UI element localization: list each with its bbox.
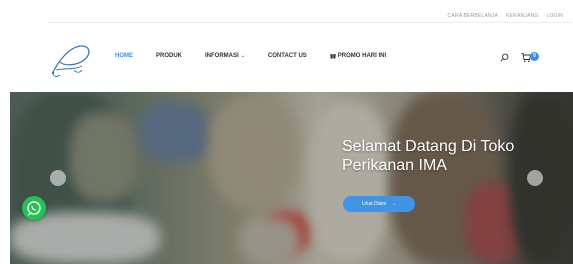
nav-informasi-label: INFORMASI	[205, 53, 239, 59]
nav-produk[interactable]: PRODUK	[156, 53, 182, 59]
nav-contact-us[interactable]: CONTACT US	[268, 53, 307, 59]
nav-contact-us-label: CONTACT US	[267, 53, 307, 59]
nav-promo-hari-ini[interactable]: PROMO HARI INI	[329, 53, 387, 59]
nav-promo-label: PROMO HARI INI	[337, 53, 387, 59]
hero-overlay	[10, 92, 573, 264]
whatsapp-icon	[27, 201, 41, 217]
nav-home-label: HOME	[115, 53, 133, 59]
divider	[47, 22, 572, 23]
logo[interactable]	[46, 40, 94, 80]
slider-next-button[interactable]	[527, 170, 543, 186]
whatsapp-button[interactable]	[22, 196, 46, 220]
header: HOME PRODUK INFORMASI ⌄ CONTACT US PROMO…	[0, 28, 573, 92]
top-link-keranjang[interactable]: KERANJANG	[506, 13, 538, 19]
cart-count-badge: 0	[530, 52, 539, 61]
hero-cta-label: Lihat Disini	[361, 201, 387, 207]
top-link-login[interactable]: LOGIN	[546, 13, 563, 19]
hero-cta-button[interactable]: Lihat Disini →	[343, 196, 415, 212]
top-link-cara-berbelanja[interactable]: CARA BERBELANJA	[448, 13, 499, 19]
fishing-lure-logo-icon	[51, 45, 90, 77]
nav-produk-label: PRODUK	[156, 53, 183, 59]
cart-button[interactable]: 0	[521, 51, 541, 63]
top-links: CARA BERBELANJA KERANJANG LOGIN	[448, 13, 563, 19]
hero-slider: Selamat Datang Di Toko Perikanan IMA Lih…	[10, 92, 573, 264]
arrow-right-icon: →	[391, 201, 397, 207]
hero-title-line-1: Selamat Datang Di Toko	[342, 138, 515, 155]
top-bar: CARA BERBELANJA KERANJANG LOGIN	[0, 0, 573, 28]
slider-prev-button[interactable]	[50, 170, 66, 186]
main-nav: HOME PRODUK INFORMASI ⌄ CONTACT US PROMO…	[115, 53, 409, 59]
gift-icon	[329, 54, 336, 59]
hero-title: Selamat Datang Di Toko Perikanan IMA	[342, 137, 572, 175]
search-icon[interactable]	[500, 53, 509, 62]
nav-informasi[interactable]: INFORMASI ⌄	[205, 53, 245, 59]
nav-home[interactable]: HOME	[115, 53, 133, 59]
chevron-down-icon: ⌄	[240, 53, 245, 59]
